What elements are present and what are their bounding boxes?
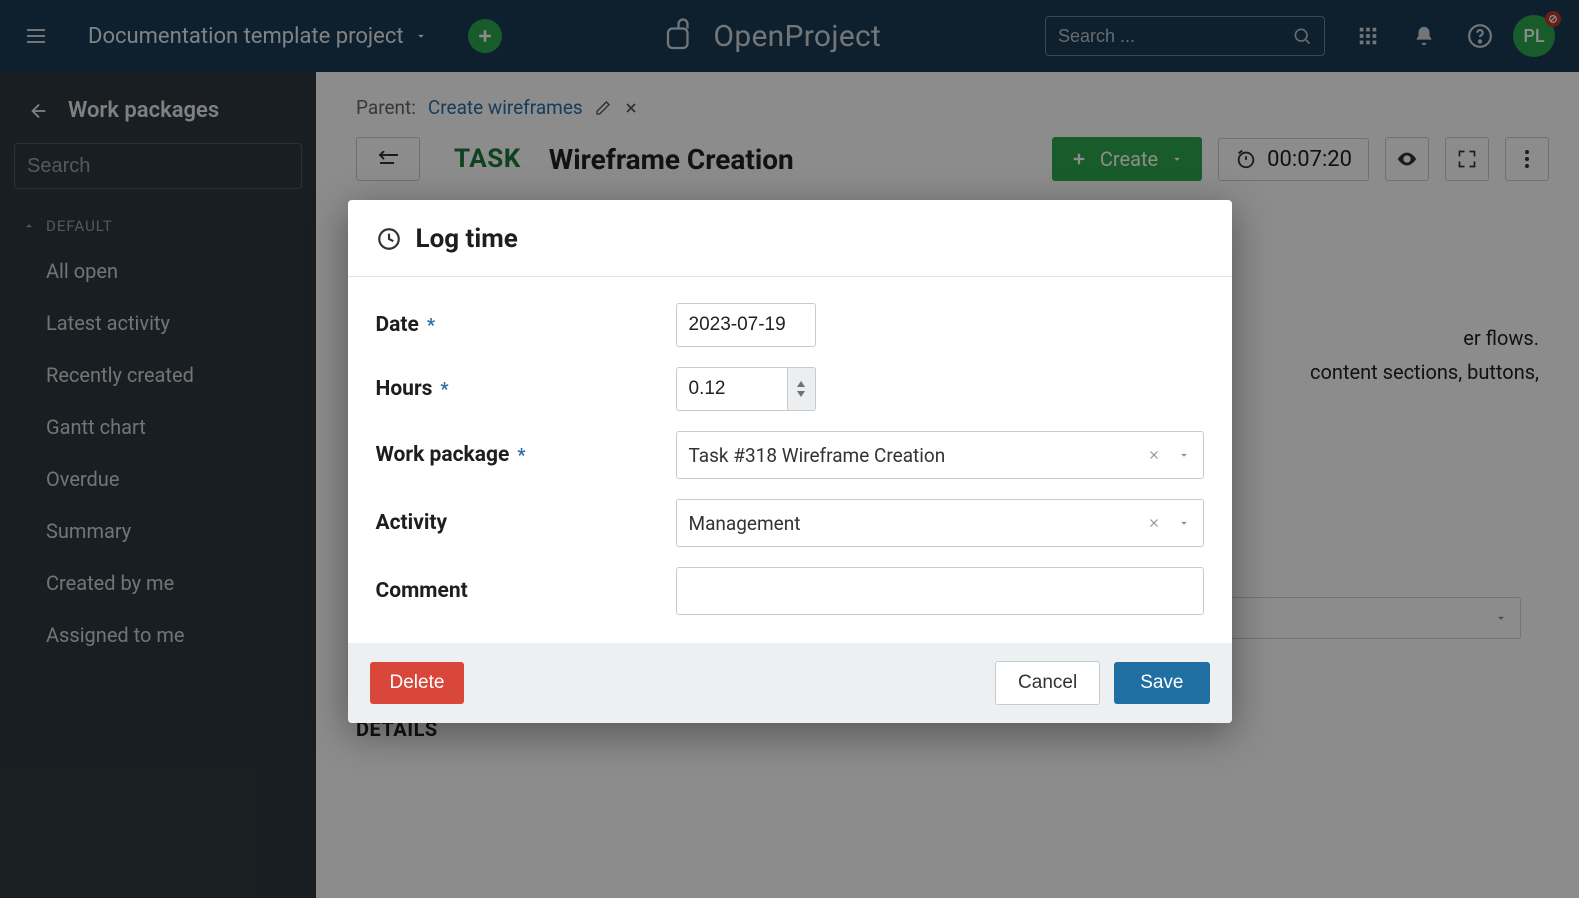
clock-icon: [376, 226, 402, 252]
activity-value: Management: [689, 512, 801, 535]
date-label: Date: [376, 313, 419, 337]
required-indicator: *: [427, 315, 435, 336]
modal-title: Log time: [416, 224, 518, 254]
modal-overlay[interactable]: Log time Date * Hours *: [0, 0, 1579, 898]
modal-body: Date * Hours *: [348, 277, 1232, 643]
required-indicator: *: [440, 379, 448, 400]
chevron-down-icon: [796, 390, 806, 398]
hours-label: Hours: [376, 377, 433, 401]
date-input[interactable]: [676, 303, 816, 347]
cancel-button[interactable]: Cancel: [995, 661, 1100, 705]
modal-footer: Delete Cancel Save: [348, 643, 1232, 723]
modal-header: Log time: [348, 200, 1232, 277]
work-package-select[interactable]: Task #318 Wireframe Creation: [676, 431, 1204, 479]
hours-spinner[interactable]: [787, 368, 815, 410]
chevron-down-icon[interactable]: [1177, 516, 1191, 530]
work-package-label: Work package: [376, 443, 510, 467]
clear-icon[interactable]: [1143, 444, 1165, 466]
delete-button[interactable]: Delete: [370, 662, 465, 704]
activity-select[interactable]: Management: [676, 499, 1204, 547]
save-button[interactable]: Save: [1114, 662, 1209, 704]
clear-icon[interactable]: [1143, 512, 1165, 534]
chevron-down-icon[interactable]: [1177, 448, 1191, 462]
comment-label: Comment: [376, 579, 468, 603]
required-indicator: *: [517, 445, 525, 466]
log-time-modal: Log time Date * Hours *: [348, 200, 1232, 723]
work-package-value: Task #318 Wireframe Creation: [689, 444, 946, 467]
comment-input[interactable]: [676, 567, 1204, 615]
activity-label: Activity: [376, 511, 448, 535]
chevron-up-icon: [796, 380, 806, 388]
